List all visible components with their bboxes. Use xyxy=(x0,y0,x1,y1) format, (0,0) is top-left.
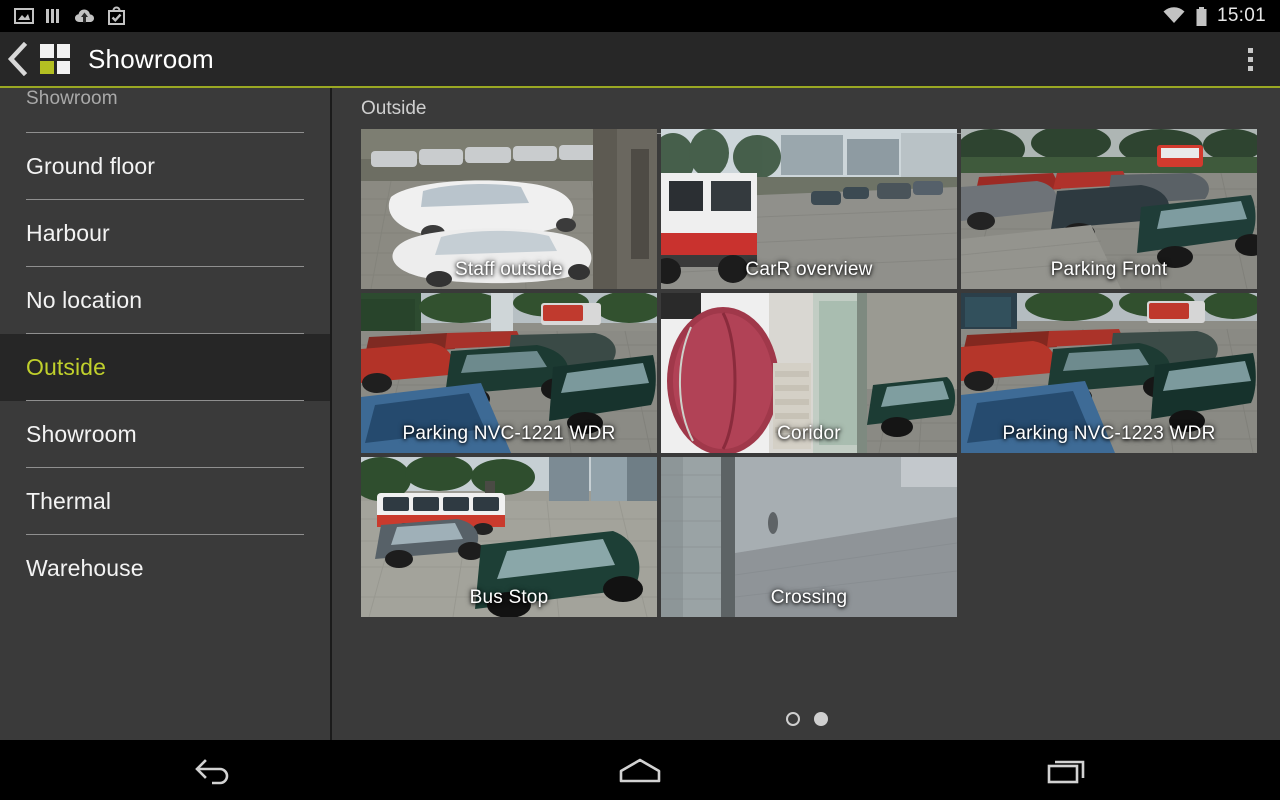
sidebar-item-thermal[interactable]: Thermal xyxy=(0,468,330,535)
screenshot-icon xyxy=(14,8,34,24)
page-dot-1[interactable] xyxy=(786,712,800,726)
camera-tile-crossing[interactable]: Crossing xyxy=(661,457,957,617)
content-area: Showroom Ground floor Harbour No locatio… xyxy=(0,88,1280,740)
camera-tile-parking-nvc-1221-wdr[interactable]: Parking NVC-1221 WDR xyxy=(361,293,657,453)
overflow-dot-2 xyxy=(1247,56,1253,62)
logo-cell-bl xyxy=(40,60,54,74)
camera-label: Coridor xyxy=(777,423,841,444)
page-title: Showroom xyxy=(88,43,214,74)
back-chevron-icon[interactable] xyxy=(2,32,32,86)
camera-label: Staff outside xyxy=(455,259,563,280)
status-clock: 15:01 xyxy=(1216,5,1266,26)
sidebar-item-no-location[interactable]: No location xyxy=(0,267,330,334)
sidebar-header: Showroom xyxy=(0,88,330,133)
overflow-dot-3 xyxy=(1247,65,1253,71)
nav-recents-icon[interactable] xyxy=(853,740,1280,800)
sidebar-item-label: Thermal xyxy=(26,488,112,514)
cloud-upload-icon xyxy=(75,9,94,23)
camera-label: Parking NVC-1223 WDR xyxy=(1002,423,1216,444)
logo-cell-br xyxy=(56,60,70,74)
camera-label: Crossing xyxy=(770,587,848,608)
camera-tile-coridor[interactable]: Coridor xyxy=(661,293,957,453)
app-logo-icon[interactable] xyxy=(40,44,70,74)
sidebar: Showroom Ground floor Harbour No locatio… xyxy=(0,88,332,740)
camera-tile-staff-outside[interactable]: Staff outside xyxy=(361,129,657,289)
sidebar-item-label: Showroom xyxy=(26,421,137,447)
sidebar-item-label: Harbour xyxy=(26,220,110,246)
status-bar: 15:01 xyxy=(0,0,1280,32)
bag-check-icon xyxy=(108,6,125,25)
camera-label: Parking Front xyxy=(1050,259,1168,280)
app-bar: Showroom xyxy=(0,32,1280,86)
status-notification-icons xyxy=(0,6,126,26)
overflow-dot-1 xyxy=(1247,47,1253,53)
sidebar-item-ground-floor[interactable]: Ground floor xyxy=(0,133,330,200)
group-title: Outside xyxy=(361,98,427,119)
logo-cell-tr xyxy=(56,44,70,58)
sidebar-item-outside[interactable]: Outside xyxy=(0,334,330,401)
nav-back-icon[interactable] xyxy=(0,740,427,800)
sidebar-item-warehouse[interactable]: Warehouse xyxy=(0,535,330,602)
sidebar-item-label: Warehouse xyxy=(26,555,144,581)
camera-label: Parking NVC-1221 WDR xyxy=(402,423,616,444)
wifi-icon xyxy=(1163,7,1185,23)
bars-icon xyxy=(46,9,59,23)
camera-grid: Staff outside CarR overview Parking Fron… xyxy=(361,129,1258,617)
camera-tile-parking-nvc-1223-wdr[interactable]: Parking NVC-1223 WDR xyxy=(961,293,1257,453)
camera-grid-panel: Outside Staff outside CarR overview Park… xyxy=(334,88,1280,740)
sidebar-item-label: Ground floor xyxy=(26,153,156,179)
camera-label: CarR overview xyxy=(745,259,873,280)
sidebar-item-label: Outside xyxy=(26,354,106,380)
android-nav-bar xyxy=(0,740,1280,800)
camera-tile-bus-stop[interactable]: Bus Stop xyxy=(361,457,657,617)
status-system-icons: 15:01 xyxy=(1162,5,1280,27)
sidebar-item-harbour[interactable]: Harbour xyxy=(0,200,330,267)
camera-tile-parking-front[interactable]: Parking Front xyxy=(961,129,1257,289)
android-screen: 15:01 Showroom Showroom Ground floor Har… xyxy=(0,0,1280,800)
nav-home-icon[interactable] xyxy=(427,740,854,800)
camera-label: Bus Stop xyxy=(469,587,549,608)
overflow-menu-icon[interactable] xyxy=(1238,32,1262,86)
sidebar-item-showroom[interactable]: Showroom xyxy=(0,401,330,468)
battery-full-icon xyxy=(1196,6,1207,26)
sidebar-header-label: Showroom xyxy=(26,88,118,109)
camera-tile-carr-overview[interactable]: CarR overview xyxy=(661,129,957,289)
sidebar-item-label: No location xyxy=(26,287,143,313)
page-dot-2[interactable] xyxy=(814,712,828,726)
page-indicator xyxy=(334,712,1280,726)
logo-cell-tl xyxy=(40,44,54,58)
